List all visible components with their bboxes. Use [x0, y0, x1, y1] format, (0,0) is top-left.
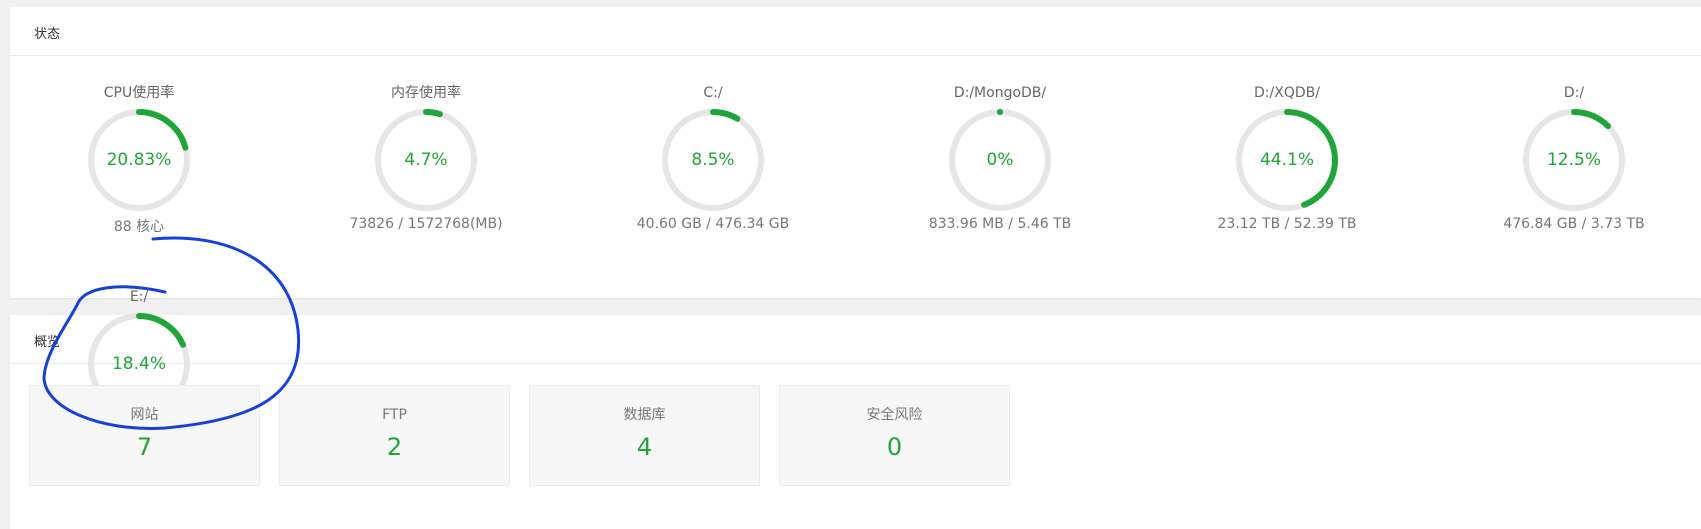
- card-label: 网站: [130, 407, 159, 423]
- gauge-disk-d-mongodb[interactable]: D:/MongoDB/ 0% 833.96 MB / 5.46 TB: [915, 84, 1085, 232]
- status-panel: 状态: [10, 7, 1701, 298]
- card-ftp[interactable]: FTP 2: [279, 385, 510, 486]
- gauge-percent: 12.5%: [1546, 150, 1601, 170]
- gauge-disk-d[interactable]: D:/ 12.5% 476.84 GB / 3.73 TB: [1489, 84, 1659, 232]
- card-label: 安全风险: [866, 407, 923, 423]
- gauge-label: D:/: [1563, 85, 1585, 101]
- gauge-disk-d-xqdb[interactable]: D:/XQDB/ 44.1% 23.12 TB / 52.39 TB: [1202, 84, 1372, 232]
- overview-panel-divider: [10, 363, 1701, 364]
- gauge-percent: 4.7%: [404, 150, 448, 170]
- gauge-ring: 0%: [946, 106, 1054, 214]
- gauge-cpu[interactable]: CPU使用率 20.83% 88 核心: [54, 84, 224, 236]
- card-label: 数据库: [623, 407, 666, 423]
- gauge-ring: 8.5%: [659, 106, 767, 214]
- gauge-label: D:/XQDB/: [1254, 85, 1320, 101]
- gauge-detail: 73826 / 1572768(MB): [349, 216, 503, 232]
- gauge-percent: 44.1%: [1259, 150, 1314, 170]
- gauge-percent: 0%: [986, 150, 1014, 170]
- card-databases[interactable]: 数据库 4: [529, 385, 760, 486]
- gauge-detail: 833.96 MB / 5.46 TB: [928, 216, 1072, 232]
- gauge-label: E:/: [129, 289, 149, 305]
- card-websites[interactable]: 网站 7: [29, 385, 260, 486]
- gauge-label: CPU使用率: [103, 85, 175, 101]
- gauge-label: D:/MongoDB/: [953, 85, 1047, 101]
- gauge-label: C:/: [703, 85, 723, 101]
- status-panel-title: 状态: [34, 27, 61, 42]
- status-panel-divider: [10, 55, 1701, 56]
- gauge-ring: 12.5%: [1520, 106, 1628, 214]
- gauge-detail: 476.84 GB / 3.73 TB: [1503, 216, 1645, 232]
- gauge-memory[interactable]: 内存使用率 4.7% 73826 / 1572768(MB): [341, 84, 511, 232]
- gauge-disk-c[interactable]: C:/ 8.5% 40.60 GB / 476.34 GB: [628, 84, 798, 232]
- card-security-risks[interactable]: 安全风险 0: [779, 385, 1010, 486]
- card-value: 0: [886, 433, 903, 461]
- card-value: 4: [636, 433, 653, 461]
- gauge-ring: 20.83%: [85, 106, 193, 214]
- gauge-percent: 8.5%: [691, 150, 735, 170]
- card-value: 7: [136, 433, 153, 461]
- card-value: 2: [386, 433, 403, 461]
- card-label: FTP: [382, 407, 407, 423]
- gauge-label: 内存使用率: [391, 85, 461, 101]
- gauge-percent: 20.83%: [106, 150, 172, 170]
- gauge-detail: 23.12 TB / 52.39 TB: [1217, 216, 1357, 232]
- gauge-detail: 40.60 GB / 476.34 GB: [636, 216, 790, 232]
- gauge-ring: 4.7%: [372, 106, 480, 214]
- gauge-detail: 88 核心: [113, 219, 165, 235]
- gauge-ring: 44.1%: [1233, 106, 1341, 214]
